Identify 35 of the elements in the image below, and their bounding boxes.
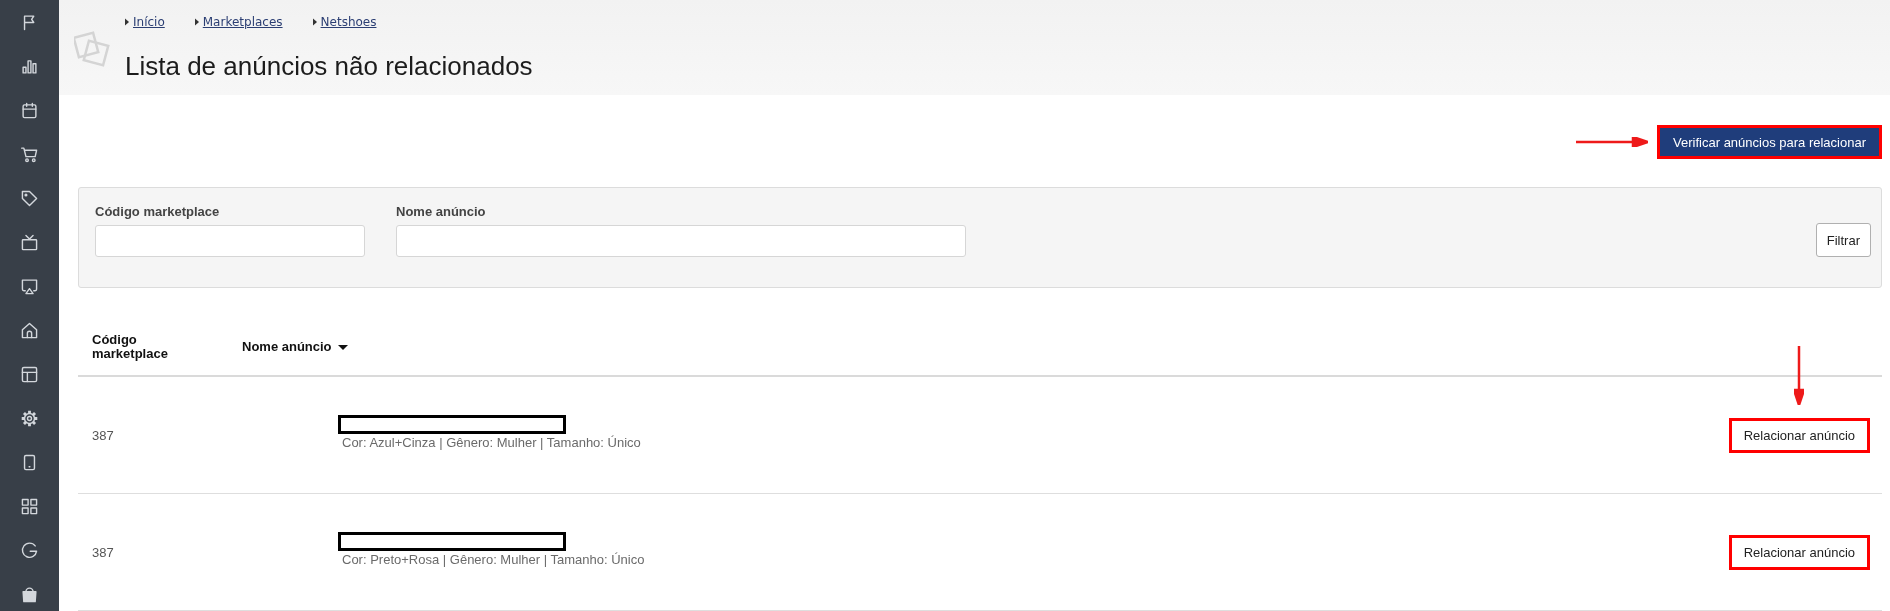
tv-icon[interactable] [21, 234, 38, 251]
field-label: Nome anúncio [396, 203, 486, 220]
variant-details: Cor: Preto+Rosa | Gênero: Mulher | Tamanho: Único [342, 551, 645, 567]
field-label: Código marketplace [95, 203, 220, 220]
page-title: Lista de anúncios não relacionados [125, 51, 533, 81]
table-cell: 387 [92, 544, 114, 560]
grid-icon[interactable] [21, 498, 38, 515]
breadcrumb-link[interactable]: Início [133, 15, 165, 29]
table-cell: 387 [92, 427, 114, 443]
breadcrumb-link[interactable]: Netshoes [320, 15, 377, 29]
bag-icon[interactable] [21, 586, 38, 603]
caret-icon [125, 18, 129, 26]
bar-chart-icon[interactable] [21, 58, 38, 75]
tag-icon[interactable] [21, 190, 38, 207]
caret-icon [194, 18, 199, 26]
phone-icon[interactable] [21, 454, 38, 471]
column-header[interactable]: Código marketplace [92, 333, 182, 361]
column-header[interactable]: Nome anúncio [242, 340, 332, 354]
calendar-icon[interactable] [21, 102, 38, 119]
home-icon[interactable] [21, 322, 38, 339]
layout-icon[interactable] [21, 366, 38, 383]
input-field[interactable] [95, 225, 365, 257]
breadcrumb-link[interactable]: Marketplaces [202, 15, 283, 29]
input-field[interactable] [396, 225, 966, 257]
verify-listings-button[interactable]: Verificar anúncios para relacionar [1657, 125, 1882, 159]
relate-listing-button[interactable]: Relacionar anúncio [1728, 417, 1870, 453]
relate-listing-button[interactable]: Relacionar anúncio [1728, 534, 1870, 570]
variant-details: Cor: Azul+Cinza | Gênero: Mulher | Tamanho: Único [342, 434, 641, 450]
screen-cast-icon[interactable] [21, 278, 38, 295]
settings-icon[interactable] [21, 410, 38, 427]
documents-icon [74, 29, 110, 67]
g-logo-icon[interactable] [21, 542, 38, 559]
filter-button[interactable]: Filtrar [1815, 223, 1871, 257]
cart-icon[interactable] [21, 146, 38, 163]
caret-icon [312, 18, 317, 26]
